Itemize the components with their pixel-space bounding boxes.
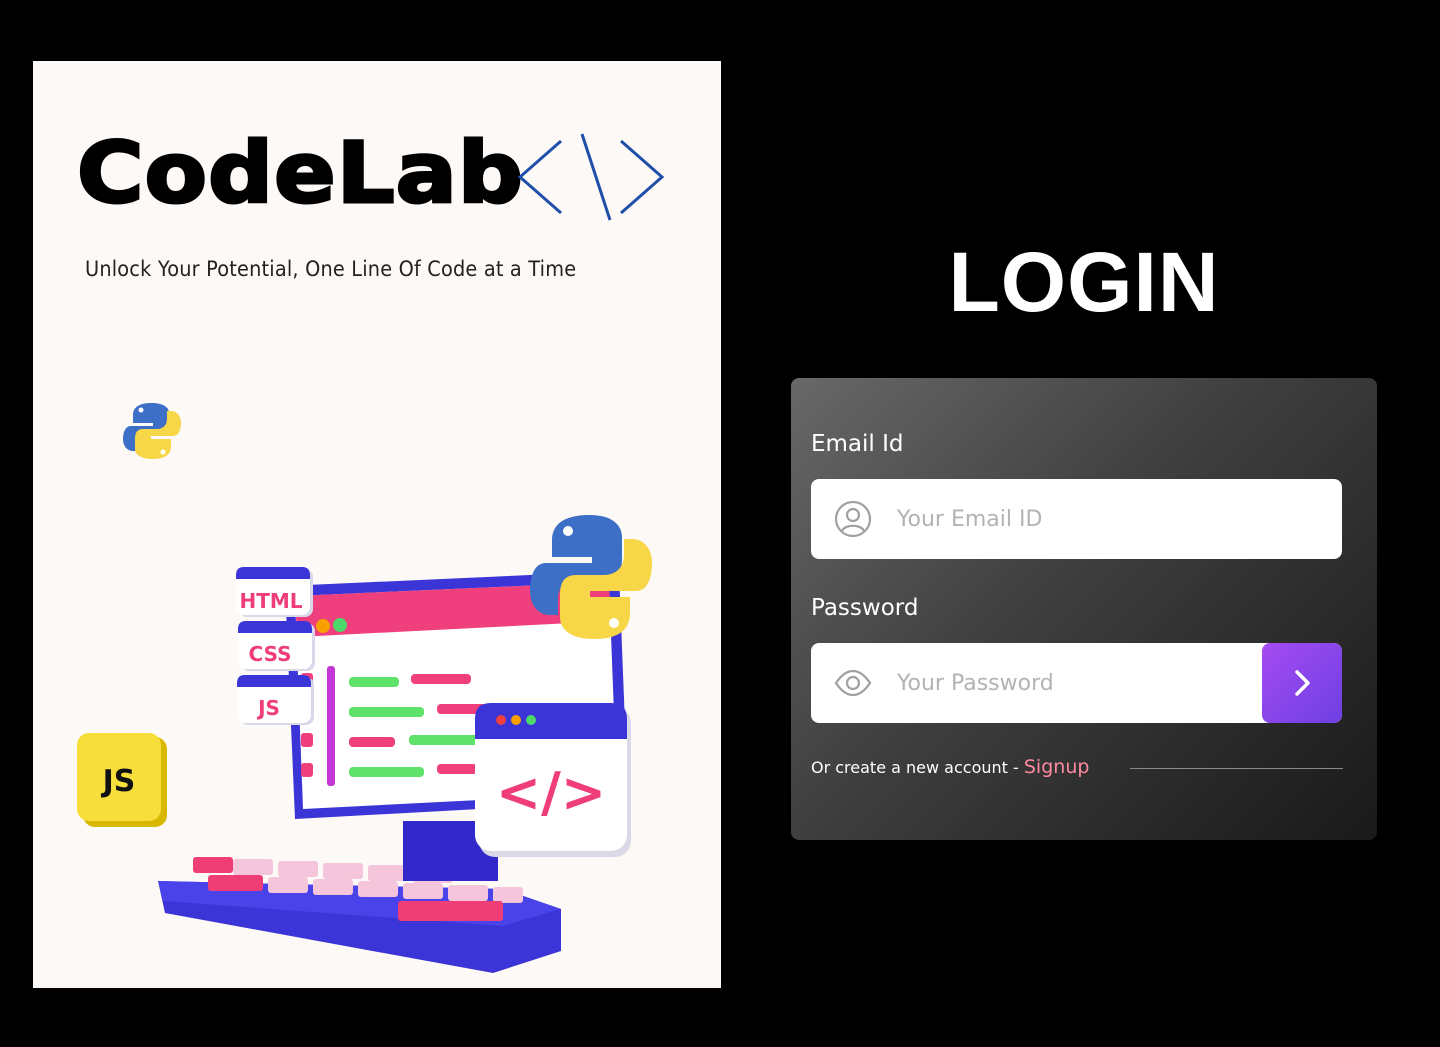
tag-card-css: CSS: [238, 621, 315, 671]
python-logo-small-icon: [123, 403, 181, 459]
tag-js-label: JS: [256, 696, 280, 720]
js-badge-label: JS: [101, 764, 136, 799]
brand-tagline: Unlock Your Potential, One Line Of Code …: [85, 257, 577, 281]
tag-card-html: HTML: [236, 567, 313, 617]
tag-css-label: CSS: [249, 642, 292, 666]
email-label: Email Id: [811, 431, 904, 457]
password-field-container: [811, 643, 1342, 723]
login-form: Email Id Password Or create a new accoun…: [791, 378, 1377, 840]
code-brackets-icon: [517, 133, 665, 221]
coding-illustration: JS </> HTML CSS JS: [77, 403, 652, 973]
email-field-container: [811, 479, 1342, 559]
eye-icon[interactable]: [831, 661, 875, 705]
brand-name: CodeLab: [75, 123, 524, 224]
login-submit-button[interactable]: [1262, 643, 1342, 723]
user-icon: [831, 497, 875, 541]
divider: [1130, 768, 1343, 769]
code-window-label: </>: [496, 761, 606, 824]
tag-cards: HTML CSS JS: [236, 567, 315, 725]
password-label: Password: [811, 595, 919, 621]
brand-panel: CodeLab Unlock Your Potential, One Line …: [33, 61, 721, 988]
chevron-right-icon: [1295, 670, 1310, 696]
tag-card-js: JS: [237, 675, 314, 725]
tag-html-label: HTML: [239, 589, 302, 613]
keyboard: [158, 857, 561, 973]
js-badge-icon: JS: [77, 733, 167, 827]
code-window-icon: </>: [475, 703, 631, 857]
email-input[interactable]: [895, 479, 1342, 559]
login-title: LOGIN: [948, 235, 1220, 329]
signup-row: Or create a new account - Signup: [811, 756, 1089, 778]
signup-prompt: Or create a new account -: [811, 758, 1024, 777]
signup-link[interactable]: Signup: [1024, 756, 1090, 778]
